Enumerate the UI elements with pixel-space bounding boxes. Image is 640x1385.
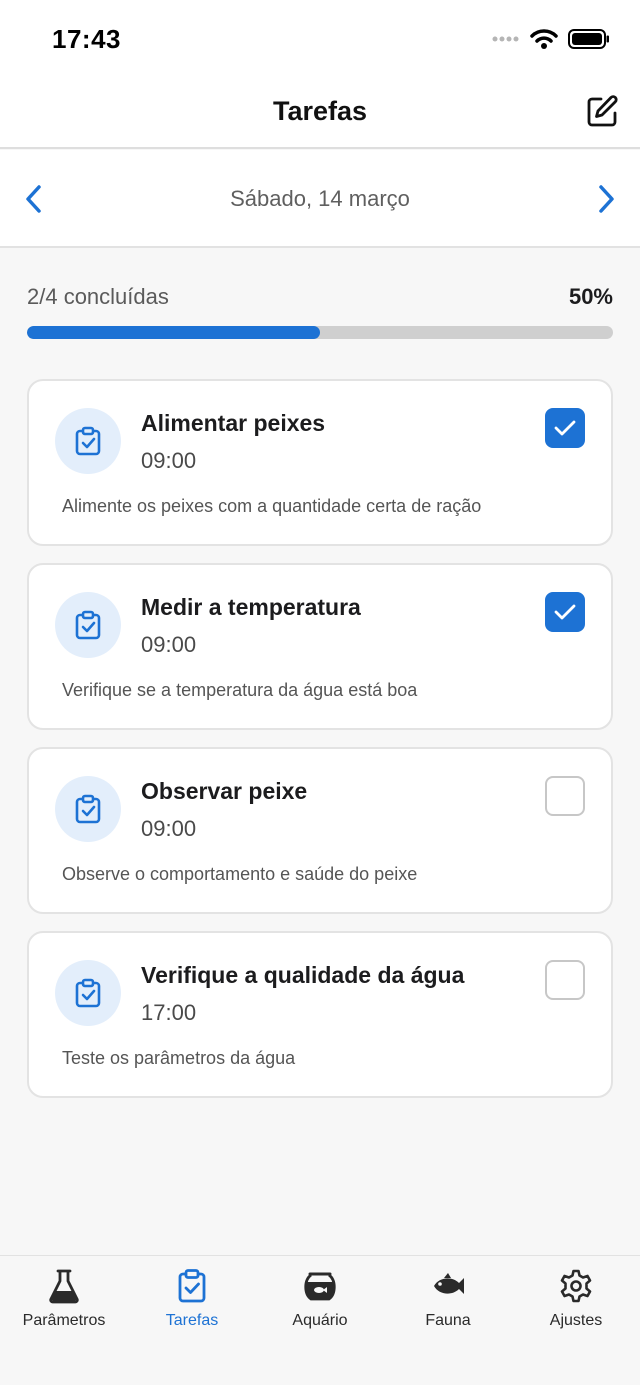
page-title: Tarefas [272, 96, 368, 126]
task-description: Alimente os peixes com a quantidade cert… [62, 496, 482, 516]
status-time: 17:43 [52, 24, 121, 54]
current-date: Sábado, 14 março [230, 186, 410, 211]
task-title: Verifique a qualidade da água [141, 962, 465, 988]
tab-ajustes[interactable]: Ajustes [512, 1256, 640, 1385]
tab-parametros[interactable]: Parâmetros [0, 1256, 128, 1385]
clipboard-check-icon [55, 960, 121, 1026]
progress-fill [27, 326, 320, 339]
wifi-icon [530, 29, 558, 49]
checkmark-icon [554, 420, 576, 436]
checkmark-icon [554, 604, 576, 620]
task-checkbox[interactable] [545, 592, 585, 632]
signal-icon [492, 36, 519, 42]
task-title: Medir a temperatura [141, 594, 361, 620]
tab-aquario[interactable]: Aquário [256, 1256, 384, 1385]
task-title: Alimentar peixes [141, 410, 326, 436]
task-checkbox[interactable] [545, 776, 585, 816]
chevron-right-icon[interactable] [592, 182, 620, 216]
edit-icon[interactable] [584, 94, 620, 130]
flask-icon [49, 1269, 79, 1304]
task-time: 09:00 [141, 632, 197, 657]
fish-icon [434, 1273, 464, 1294]
task-description: Verifique se a temperatura da água está … [62, 680, 418, 700]
fishbowl-icon [304, 1272, 336, 1301]
task-time: 17:00 [141, 1000, 197, 1025]
tab-fauna[interactable]: Fauna [384, 1256, 512, 1385]
tab-label: Aquário [292, 1312, 348, 1329]
task-checkbox[interactable] [545, 408, 585, 448]
progress-percent: 50% [568, 284, 613, 309]
tab-label: Fauna [425, 1312, 471, 1329]
task-card[interactable]: Observar peixe 09:00 Observe o comportam… [27, 747, 613, 914]
task-card[interactable]: Verifique a qualidade da água 17:00 Test… [27, 931, 613, 1098]
tab-label: Parâmetros [22, 1312, 106, 1329]
tab-bar: Parâmetros Tarefas Aquário Fauna Ajustes [0, 1255, 640, 1385]
tab-label: Tarefas [165, 1312, 219, 1329]
task-description: Observe o comportamento e saúde do peixe [62, 864, 418, 884]
task-list: Alimentar peixes 09:00 Alimente os peixe… [27, 379, 613, 1115]
date-navigator: Sábado, 14 março [0, 150, 640, 248]
nav-header: Tarefas [0, 80, 640, 149]
clipboard-check-icon [55, 408, 121, 474]
task-description: Teste os parâmetros da água [62, 1048, 296, 1068]
gear-icon [560, 1269, 592, 1303]
tab-label: Ajustes [549, 1312, 603, 1329]
status-bar: 17:43 [0, 0, 640, 80]
status-icons [492, 28, 610, 50]
task-card[interactable]: Alimentar peixes 09:00 Alimente os peixe… [27, 379, 613, 546]
task-checkbox[interactable] [545, 960, 585, 1000]
progress-label: 2/4 concluídas [27, 284, 169, 309]
task-card[interactable]: Medir a temperatura 09:00 Verifique se a… [27, 563, 613, 730]
clipboard-check-icon [178, 1269, 206, 1303]
progress-bar [27, 326, 613, 339]
clipboard-check-icon [55, 776, 121, 842]
task-title: Observar peixe [141, 778, 308, 804]
tab-tarefas[interactable]: Tarefas [128, 1256, 256, 1385]
battery-icon [568, 29, 609, 49]
task-time: 09:00 [141, 816, 197, 841]
clipboard-check-icon [55, 592, 121, 658]
task-time: 09:00 [141, 448, 197, 473]
